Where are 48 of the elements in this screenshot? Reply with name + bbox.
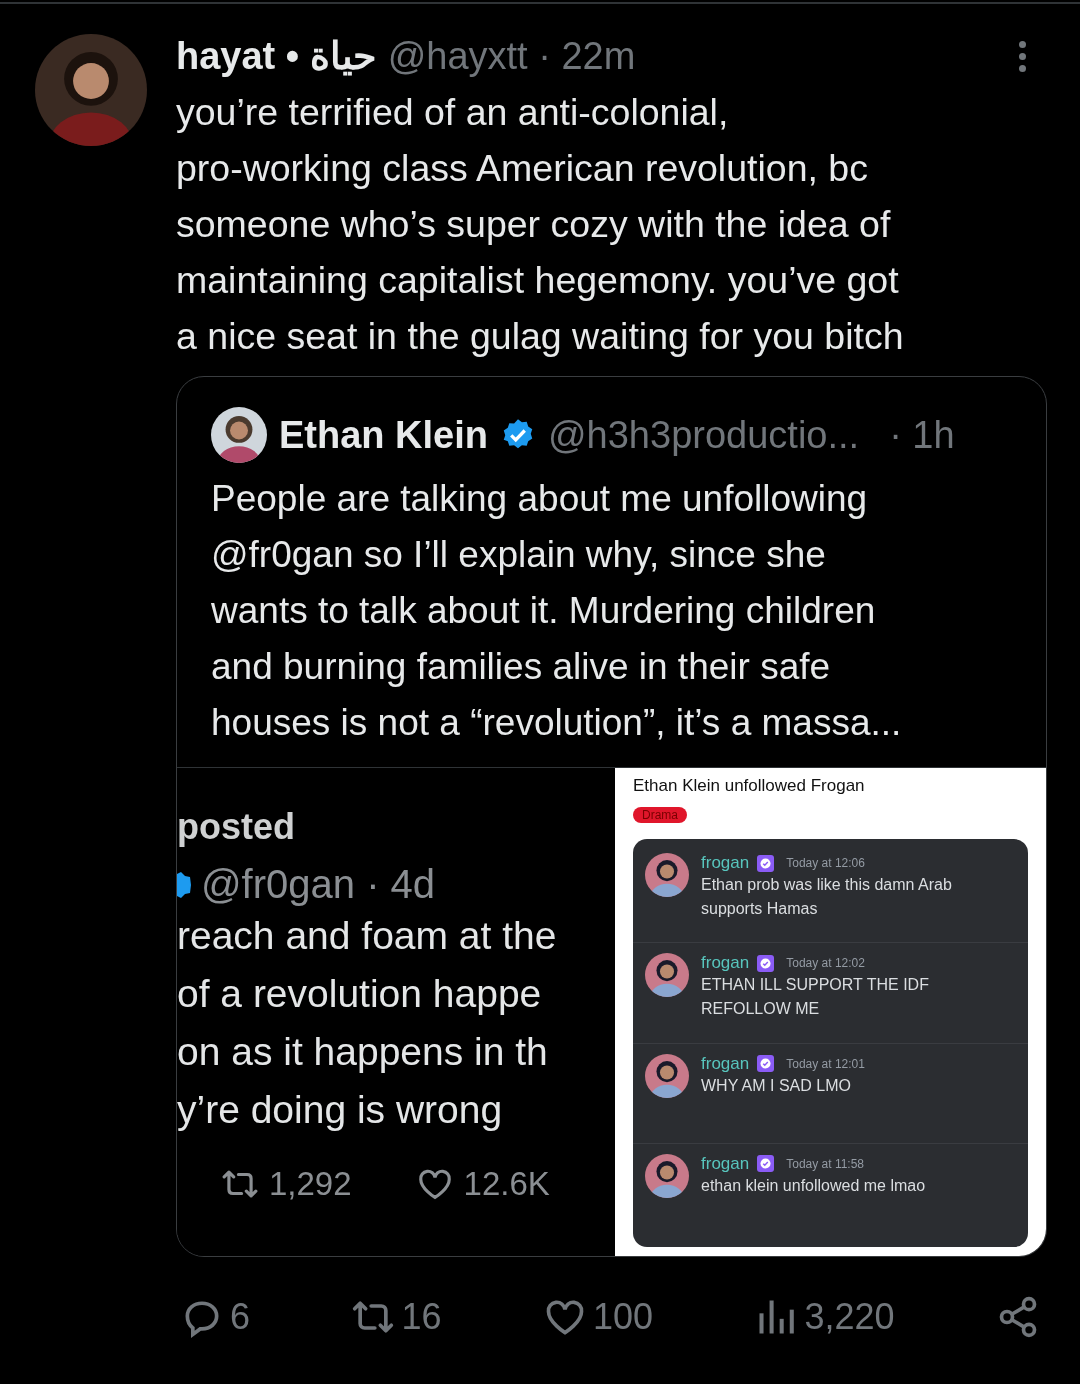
- posted-label: posted: [177, 806, 296, 848]
- check-badge-icon: [757, 954, 775, 972]
- count: 6: [230, 1296, 251, 1338]
- count: 3,220: [804, 1296, 895, 1338]
- username: frogan: [701, 953, 750, 974]
- verified-badge-icon: [177, 869, 191, 900]
- count: 12.6K: [463, 1165, 550, 1203]
- quoted-text: People are talking about me unfollowing @fr0gan so I’ll explain why, since she wants to talk about it. Murdering children and burning families alive in their safe houses is not a “revolution”, it’s a massa...: [210, 477, 903, 745]
- tag: Drama: [633, 807, 687, 823]
- retweet-button[interactable]: 16: [351, 1295, 442, 1339]
- tweet-text-line: on as it happens in th: [177, 1029, 549, 1075]
- message-text: ethan klein unfollowed me lmao: [701, 1175, 926, 1196]
- tweet-text-line: reach and foam at the: [177, 913, 558, 959]
- timestamp: Today at 12:01: [786, 1056, 865, 1071]
- username: frogan: [701, 1053, 750, 1074]
- article-title: Ethan Klein unfollowed Frogan: [633, 776, 866, 796]
- message-text: Ethan prob was like this damn Arab supports Hamas: [701, 875, 953, 919]
- display-name: Ethan Klein: [279, 413, 489, 457]
- check-badge-icon: [757, 1155, 775, 1173]
- handle-time: @hayxtt · 22m: [387, 35, 636, 77]
- reply-button[interactable]: 6: [180, 1295, 251, 1339]
- tweet-text-line: y’re doing is wrong: [177, 1087, 504, 1133]
- count: 1,292: [269, 1165, 352, 1203]
- avatar: [645, 1053, 689, 1098]
- like-button[interactable]: 100: [542, 1295, 654, 1339]
- username: frogan: [701, 1153, 750, 1174]
- avatar: [645, 953, 689, 998]
- avatar: [645, 853, 689, 897]
- handle: @h3h3productio...: [548, 413, 860, 457]
- handle-time: @fr0gan · 4d: [201, 862, 436, 907]
- count: 100: [592, 1296, 654, 1338]
- count: 16: [401, 1296, 442, 1338]
- post-text: you’re terrified of an anti-colonial, pro-working class American revolution, bc someone who’s super cozy with the idea of maintaining capitalist hegemony. you’ve got a nice seat in the gulag waiting for you bitch: [176, 90, 905, 359]
- timestamp: Today at 11:58: [786, 1156, 865, 1171]
- check-badge-icon: [757, 1055, 775, 1072]
- quoted-post[interactable]: [176, 376, 1047, 1257]
- username: frogan: [701, 853, 750, 873]
- check-badge-icon: [757, 854, 775, 872]
- views-button[interactable]: 3,220: [754, 1295, 895, 1339]
- message-text: WHY AM I SAD LMO: [701, 1075, 852, 1096]
- avatar: [645, 1153, 689, 1198]
- timestamp: · 1h: [889, 413, 955, 457]
- tweet-text-line: of a revolution happe: [177, 971, 543, 1017]
- timestamp: Today at 12:02: [786, 956, 865, 971]
- avatar: [211, 407, 267, 463]
- display-name[interactable]: hayat • حياة: [176, 35, 376, 77]
- timestamp: Today at 12:06: [786, 856, 865, 870]
- message-text: ETHAN ILL SUPPORT THE IDF REFOLLOW ME: [701, 975, 930, 1020]
